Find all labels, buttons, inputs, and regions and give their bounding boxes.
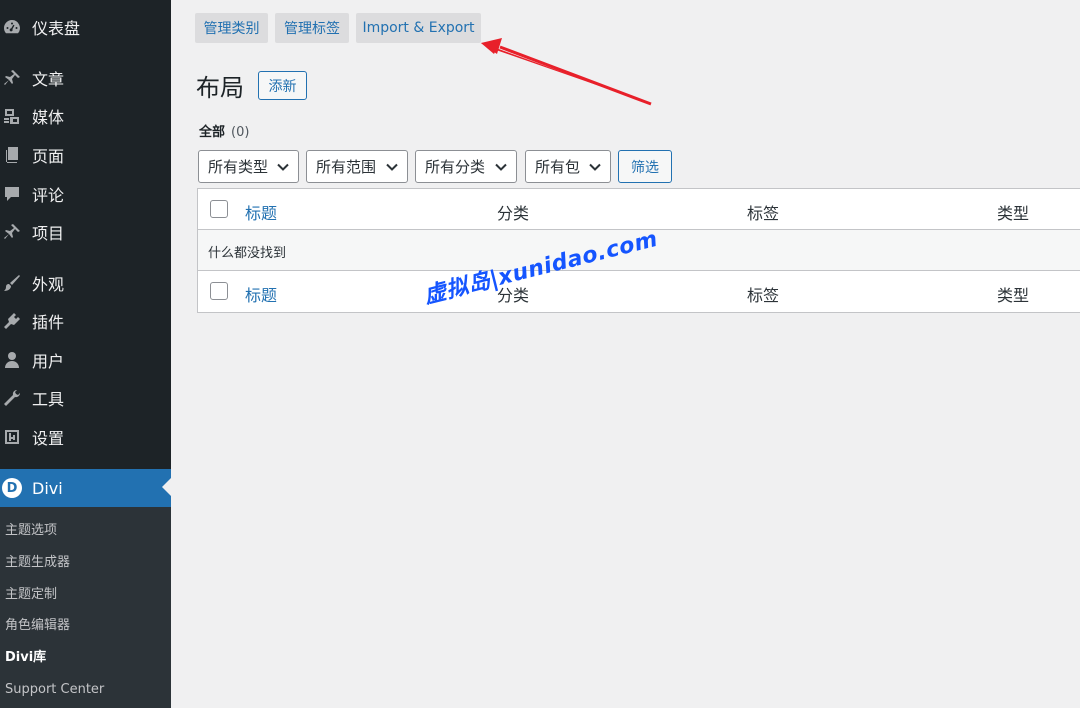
brush-icon: [0, 271, 24, 295]
table-footer-row: 标题 分类 标签 类型: [198, 271, 1080, 313]
plugin-icon: [0, 309, 24, 333]
menu-item-comments[interactable]: 评论: [0, 176, 171, 212]
column-title-footer[interactable]: 标题: [245, 282, 277, 306]
chevron-down-icon: [386, 163, 398, 171]
menu-item-label: 工具: [32, 390, 65, 409]
tab-import-export[interactable]: Import & Export: [356, 13, 481, 43]
menu-item-label: 插件: [32, 313, 65, 332]
menu-item-label: 媒体: [32, 108, 65, 127]
column-tags-footer: 标签: [747, 286, 780, 305]
view-all-link[interactable]: 全部: [199, 125, 225, 140]
scope-filter-select[interactable]: 所有范围: [306, 150, 408, 183]
menu-item-settings[interactable]: 设置: [0, 419, 171, 455]
column-type-header: 类型: [997, 204, 1030, 223]
empty-message: 什么都没找到: [208, 246, 287, 261]
media-icon: [0, 104, 24, 128]
menu-item-label: 仪表盘: [32, 19, 81, 38]
menu-item-divi[interactable]: D Divi: [0, 469, 171, 507]
submenu-item-theme-builder[interactable]: 主题生成器: [5, 553, 70, 573]
menu-item-users[interactable]: 用户: [0, 342, 171, 378]
pack-filter-select[interactable]: 所有包: [525, 150, 611, 183]
view-filter: 全部 (0): [199, 121, 249, 140]
menu-item-label: 页面: [32, 147, 65, 166]
submenu-item-divi-library[interactable]: Divi库: [5, 648, 46, 668]
user-icon: [0, 348, 24, 372]
submenu-item-role-editor[interactable]: 角色编辑器: [5, 616, 70, 636]
view-all-count: (0): [231, 125, 250, 140]
select-value: 所有类型: [208, 158, 269, 176]
menu-item-dashboard[interactable]: 仪表盘: [0, 9, 171, 45]
column-title-header[interactable]: 标题: [245, 200, 277, 224]
column-tags-header: 标签: [747, 204, 780, 223]
select-all-checkbox-footer[interactable]: [210, 282, 228, 300]
divi-submenu: 主题选项 主题生成器 主题定制 角色编辑器 Divi库 Support Cent…: [0, 507, 171, 708]
select-all-checkbox[interactable]: [210, 200, 228, 218]
chevron-down-icon: [495, 163, 507, 171]
admin-sidebar: 仪表盘 文章 媒体 页面 评论 项目 外观 插件 用户 工具 设置 D Divi…: [0, 0, 171, 708]
divi-logo-icon: D: [0, 476, 24, 500]
menu-item-plugins[interactable]: 插件: [0, 303, 171, 339]
submenu-item-theme-customizer[interactable]: 主题定制: [5, 585, 57, 605]
select-value: 所有包: [535, 158, 581, 176]
wrench-icon: [0, 386, 24, 410]
chevron-down-icon: [277, 163, 289, 171]
submenu-item-theme-options[interactable]: 主题选项: [5, 521, 57, 541]
menu-item-projects[interactable]: 项目: [0, 214, 171, 250]
menu-item-label: 文章: [32, 70, 65, 89]
menu-item-media[interactable]: 媒体: [0, 98, 171, 134]
page-title: 布局: [196, 74, 244, 102]
menu-item-appearance[interactable]: 外观: [0, 265, 171, 301]
settings-icon: [0, 425, 24, 449]
menu-item-label: 用户: [32, 352, 65, 371]
type-filter-select[interactable]: 所有类型: [198, 150, 299, 183]
column-type-footer: 类型: [997, 286, 1030, 305]
chevron-down-icon: [589, 163, 601, 171]
menu-item-posts[interactable]: 文章: [0, 60, 171, 96]
active-menu-arrow: [162, 478, 171, 496]
tab-manage-tags[interactable]: 管理标签: [275, 13, 349, 43]
submenu-item-support-center[interactable]: Support Center: [5, 680, 104, 700]
pin-icon: [0, 220, 24, 244]
menu-item-label: Divi: [32, 478, 63, 498]
menu-item-pages[interactable]: 页面: [0, 137, 171, 173]
dashboard-icon: [0, 15, 24, 39]
select-value: 所有分类: [425, 158, 486, 176]
page-icon: [0, 143, 24, 167]
select-value: 所有范围: [316, 158, 377, 176]
pin-icon: [0, 66, 24, 90]
tab-manage-categories[interactable]: 管理类别: [195, 13, 268, 43]
filter-button[interactable]: 筛选: [618, 150, 672, 183]
menu-item-tools[interactable]: 工具: [0, 380, 171, 416]
menu-item-label: 外观: [32, 275, 65, 294]
category-filter-select[interactable]: 所有分类: [415, 150, 517, 183]
comment-icon: [0, 182, 24, 206]
column-category-header: 分类: [497, 204, 530, 223]
add-new-button[interactable]: 添新: [258, 71, 307, 100]
menu-item-label: 设置: [32, 429, 65, 448]
menu-item-label: 项目: [32, 224, 65, 243]
menu-item-label: 评论: [32, 186, 65, 205]
